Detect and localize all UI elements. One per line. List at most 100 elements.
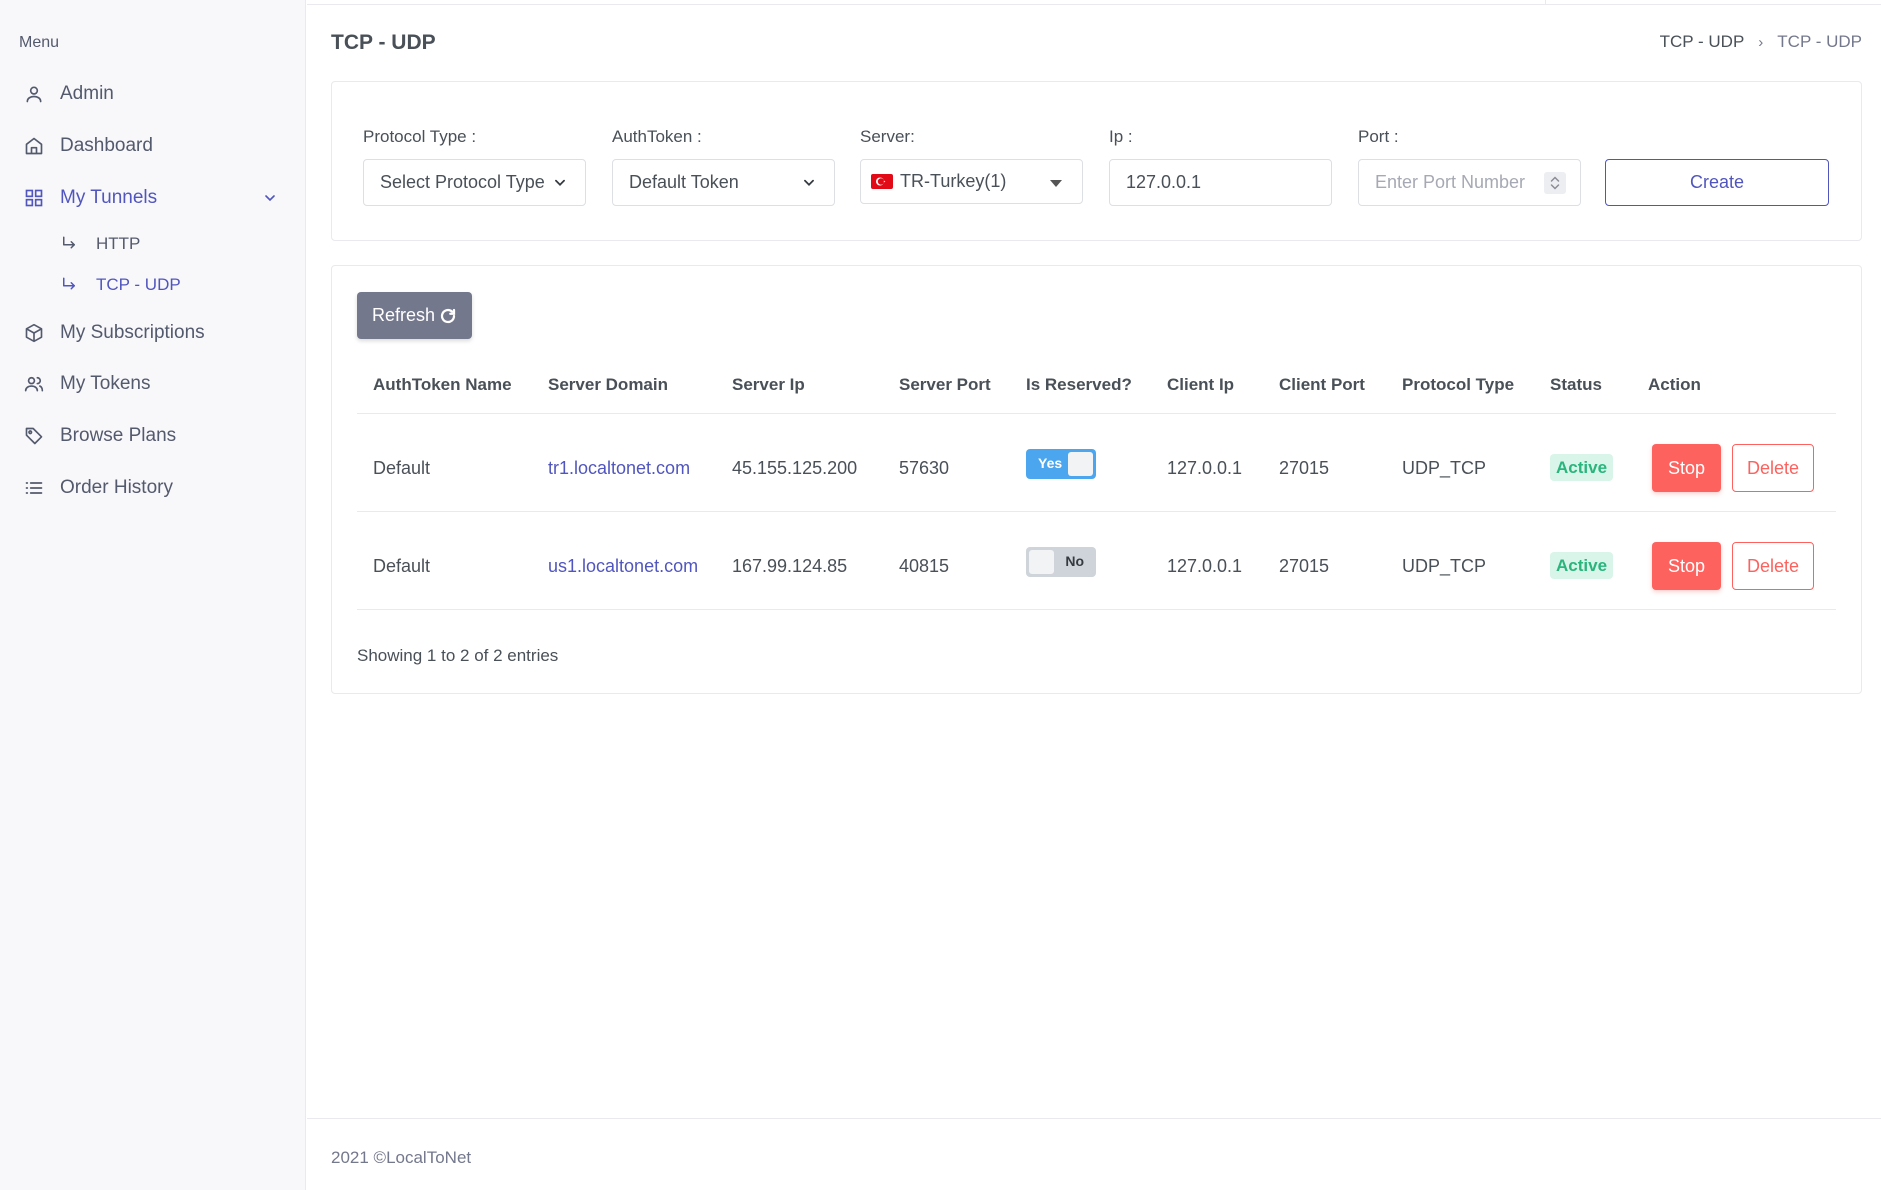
cell-protocol-type: UDP_TCP: [1402, 458, 1487, 478]
cell-server-domain-link[interactable]: tr1.localtonet.com: [548, 458, 690, 479]
breadcrumb-item[interactable]: TCP - UDP: [1660, 32, 1745, 52]
protocol-type-select[interactable]: Select Protocol Type: [363, 159, 586, 206]
column-header: Client Port: [1279, 375, 1365, 394]
reserved-toggle-label: Yes: [1038, 455, 1063, 471]
cell-server-ip: 167.99.124.85: [732, 556, 848, 576]
cell-server-ip: 45.155.125.200: [732, 458, 858, 478]
status-badge: Active: [1550, 552, 1614, 579]
sidebar-item-label: My Tokens: [60, 373, 151, 394]
authtoken-value: Default Token: [629, 172, 739, 192]
sidebar-item-label: Order History: [60, 477, 173, 498]
grid-icon: [25, 189, 43, 207]
server-select[interactable]: TR-Turkey(1): [860, 159, 1083, 204]
sidebar-item-admin[interactable]: Admin: [0, 74, 306, 114]
chevron-right-icon: ›: [1758, 33, 1764, 51]
cell-server-port: 40815: [899, 556, 950, 576]
cell-server-port: 57630: [899, 458, 950, 478]
table-divider: [357, 413, 1836, 414]
breadcrumb-item-active: TCP - UDP: [1777, 32, 1862, 51]
number-stepper-icon[interactable]: [1544, 172, 1566, 194]
column-header: Is Reserved?: [1026, 375, 1132, 394]
breadcrumb: TCP - UDP › TCP - UDP: [1660, 32, 1862, 52]
chevron-down-icon: [555, 179, 565, 186]
table-divider: [357, 609, 1836, 610]
cell-client-ip: 127.0.0.1: [1167, 458, 1243, 478]
sidebar-item-label: Browse Plans: [60, 425, 177, 446]
create-button[interactable]: Create: [1605, 159, 1829, 206]
column-header: AuthToken Name: [373, 375, 512, 394]
cell-authtoken-name: Default: [373, 458, 431, 478]
topbar: [307, 0, 1881, 5]
column-header: Server Port: [899, 375, 991, 394]
sidebar-item-my-subscriptions[interactable]: My Subscriptions: [0, 313, 306, 353]
sidebar-item-my-tunnels[interactable]: My Tunnels: [0, 178, 306, 218]
port-label: Port :: [1358, 127, 1399, 146]
user-icon: [26, 86, 42, 103]
server-value: TR-Turkey(1): [900, 171, 1007, 191]
column-header: Server Domain: [548, 375, 668, 394]
cell-client-ip: 127.0.0.1: [1167, 556, 1243, 576]
reserved-toggle[interactable]: No: [1026, 547, 1096, 577]
reserved-toggle-label: No: [1065, 553, 1084, 569]
delete-button[interactable]: Delete: [1732, 444, 1814, 492]
cell-server-domain-link[interactable]: us1.localtonet.com: [548, 556, 698, 577]
refresh-icon: [440, 308, 456, 323]
home-icon: [25, 137, 43, 155]
authtoken-select[interactable]: Default Token: [612, 159, 835, 206]
tunnels-table-card: Refresh AuthToken Name Server Domain Ser…: [331, 265, 1862, 694]
footer: 2021 ©LocalToNet: [307, 1118, 1881, 1190]
cell-authtoken-name: Default: [373, 556, 431, 576]
ip-input[interactable]: 127.0.0.1: [1109, 159, 1332, 206]
reserved-toggle[interactable]: Yes: [1026, 449, 1096, 479]
topbar-divider: [1545, 0, 1546, 5]
refresh-label: Refresh: [371, 305, 436, 325]
port-placeholder: Enter Port Number: [1375, 172, 1526, 192]
sidebar: Menu Admin Dashboard My Tunnels HTTP TCP…: [0, 0, 306, 1190]
toggle-knob: [1068, 452, 1093, 476]
cell-client-port: 27015: [1279, 556, 1330, 576]
table-divider: [357, 511, 1836, 512]
list-icon: [25, 482, 43, 494]
arrow-turn-down-right-icon: [63, 236, 75, 249]
toggle-knob: [1029, 550, 1054, 574]
sidebar-item-my-tokens[interactable]: My Tokens: [0, 364, 306, 404]
status-badge: Active: [1550, 454, 1614, 481]
turkey-flag-icon: [871, 174, 893, 189]
caret-down-icon: [1050, 180, 1062, 187]
refresh-button[interactable]: Refresh: [357, 292, 472, 339]
ip-label: Ip :: [1109, 127, 1133, 146]
stop-button[interactable]: Stop: [1652, 444, 1721, 492]
box-icon: [25, 323, 43, 343]
column-header: Status: [1550, 375, 1602, 394]
sidebar-item-label: Dashboard: [60, 135, 153, 156]
chevron-down-icon: [804, 179, 814, 186]
sidebar-item-label: Admin: [60, 83, 114, 104]
protocol-type-value: Select Protocol Type: [380, 172, 545, 192]
sidebar-item-dashboard[interactable]: Dashboard: [0, 126, 306, 166]
port-input[interactable]: Enter Port Number: [1358, 159, 1581, 206]
arrow-turn-down-right-icon: [63, 277, 75, 290]
column-header: Client Ip: [1167, 375, 1235, 394]
page-title: TCP - UDP: [331, 31, 436, 54]
authtoken-label: AuthToken :: [612, 127, 702, 146]
sidebar-item-browse-plans[interactable]: Browse Plans: [0, 416, 306, 456]
column-header: Server Ip: [732, 375, 805, 394]
column-header: Protocol Type: [1402, 375, 1515, 394]
sidebar-subitem-tcp-udp[interactable]: TCP - UDP: [0, 269, 306, 301]
cell-client-port: 27015: [1279, 458, 1330, 478]
table-entries-info: Showing 1 to 2 of 2 entries: [357, 646, 559, 665]
protocol-type-label: Protocol Type :: [363, 127, 477, 146]
sidebar-item-label: My Tunnels: [60, 187, 158, 208]
sidebar-subitem-label: HTTP: [96, 234, 141, 253]
sidebar-item-order-history[interactable]: Order History: [0, 468, 306, 508]
users-icon: [24, 376, 44, 392]
delete-button[interactable]: Delete: [1732, 542, 1814, 590]
server-label: Server:: [860, 127, 915, 146]
sidebar-subitem-label: TCP - UDP: [96, 275, 181, 294]
ip-value: 127.0.0.1: [1126, 172, 1202, 192]
tunnel-form-card: Protocol Type : Select Protocol Type Aut…: [331, 81, 1862, 241]
sidebar-item-label: My Subscriptions: [60, 322, 205, 343]
stop-button[interactable]: Stop: [1652, 542, 1721, 590]
sidebar-subitem-http[interactable]: HTTP: [0, 228, 306, 260]
footer-copyright: 2021 ©LocalToNet: [331, 1148, 472, 1167]
